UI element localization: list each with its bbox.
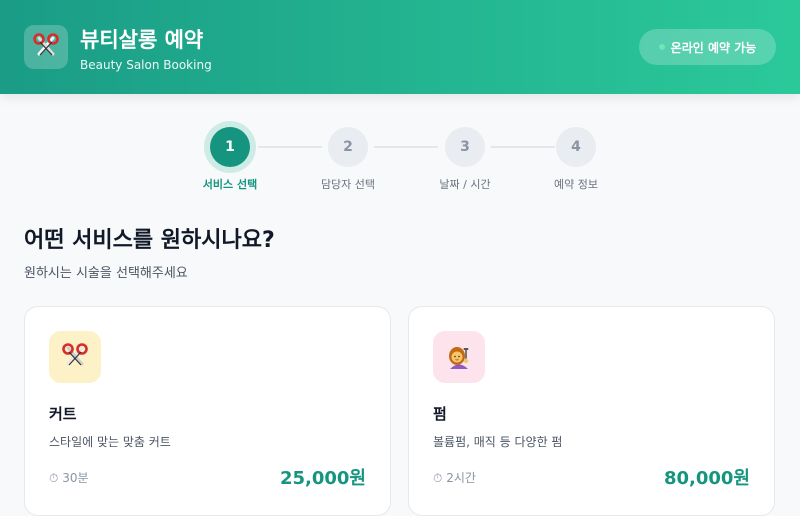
status-label: 온라인 예약 가능 bbox=[670, 40, 757, 55]
clock-icon: ⏱ bbox=[433, 471, 443, 485]
hairdresser-icon bbox=[433, 331, 485, 383]
service-price: 25,000원 bbox=[279, 468, 366, 489]
service-name: 펌 bbox=[433, 405, 447, 423]
step-2-circle[interactable]: 2 bbox=[328, 127, 368, 167]
service-description: 볼륨펌, 매직 등 다양한 펌 bbox=[433, 435, 563, 449]
scissors-icon bbox=[24, 25, 68, 69]
step-2-label: 담당자 선택 bbox=[320, 178, 376, 191]
step-1-label: 서비스 선택 bbox=[202, 178, 258, 191]
step-connector bbox=[491, 146, 555, 148]
app-subtitle: Beauty Salon Booking bbox=[80, 58, 212, 72]
page-title: 어떤 서비스를 원하시나요? bbox=[24, 228, 275, 253]
step-3-circle[interactable]: 3 bbox=[445, 127, 485, 167]
app-header: 뷰티살롱 예약 Beauty Salon Booking 온라인 예약 가능 bbox=[0, 0, 800, 94]
step-3-label: 날짜 / 시간 bbox=[439, 178, 491, 191]
clock-icon: ⏱ bbox=[49, 471, 59, 485]
app-title: 뷰티살롱 예약 bbox=[80, 28, 204, 52]
page-subtitle: 원하시는 시술을 선택해주세요 bbox=[24, 266, 188, 281]
step-connector bbox=[374, 146, 438, 148]
service-card-cut[interactable]: 커트 스타일에 맞는 맞춤 커트 ⏱ 30분 25,000원 bbox=[24, 306, 391, 516]
service-duration: ⏱ 30분 bbox=[49, 469, 89, 486]
duration-value: 2시간 bbox=[446, 471, 476, 485]
service-duration: ⏱ 2시간 bbox=[433, 469, 476, 486]
step-1-circle[interactable]: 1 bbox=[210, 127, 250, 167]
online-booking-status: 온라인 예약 가능 bbox=[639, 29, 776, 65]
service-price: 80,000원 bbox=[663, 468, 750, 489]
scissors-icon bbox=[49, 331, 101, 383]
service-name: 커트 bbox=[49, 405, 77, 423]
duration-value: 30분 bbox=[62, 471, 89, 485]
step-connector bbox=[258, 146, 322, 148]
status-dot-icon bbox=[658, 44, 665, 50]
step-4-circle[interactable]: 4 bbox=[556, 127, 596, 167]
service-card-perm[interactable]: 펌 볼륨펌, 매직 등 다양한 펌 ⏱ 2시간 80,000원 bbox=[408, 306, 775, 516]
service-description: 스타일에 맞는 맞춤 커트 bbox=[49, 435, 171, 449]
step-4-label: 예약 정보 bbox=[554, 178, 598, 191]
